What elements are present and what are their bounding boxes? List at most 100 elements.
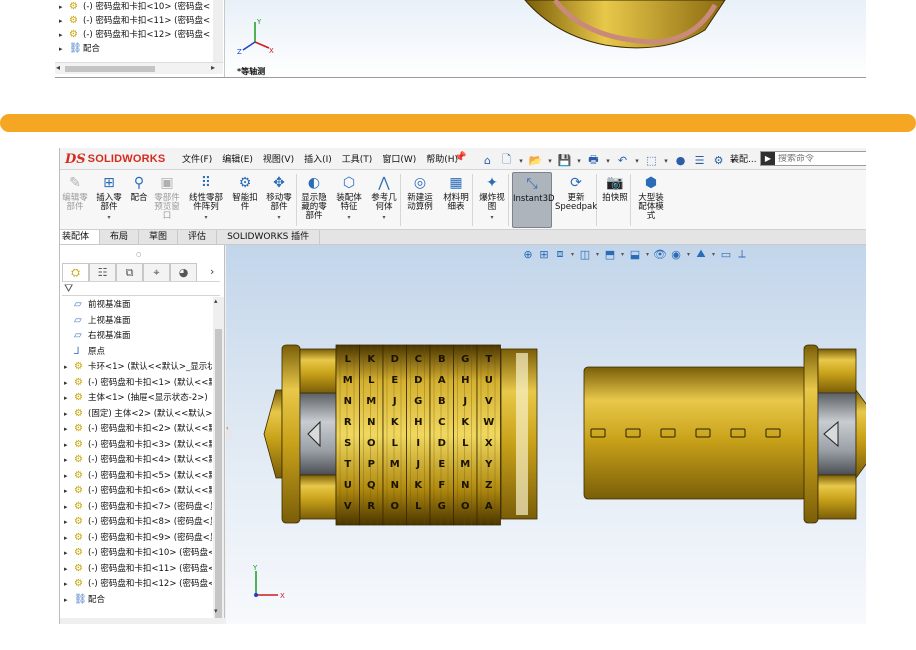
expand-arrow-icon[interactable]: ▸ bbox=[64, 360, 74, 375]
pin-icon[interactable]: 📌 bbox=[454, 152, 466, 163]
expand-arrow-icon[interactable]: ▸ bbox=[64, 438, 74, 453]
chevron-down-icon[interactable]: ▾ bbox=[547, 157, 553, 165]
show-hidden-button[interactable]: ◐ 显示隐 藏的零 部件 bbox=[298, 172, 330, 221]
top-tree-vertical-scrollbar[interactable] bbox=[213, 0, 223, 62]
chevron-down-icon[interactable]: ▾ bbox=[262, 213, 296, 222]
chevron-down-icon[interactable]: ▾ bbox=[576, 157, 582, 165]
expand-arrow-icon[interactable]: ▸ bbox=[64, 469, 74, 484]
tree-item[interactable]: ▱ 右视基准面 bbox=[60, 328, 212, 344]
exploded-view-button[interactable]: ✦ 爆炸视 图 ▾ bbox=[476, 172, 508, 222]
instant3d-button[interactable]: ⤡ Instant3D bbox=[512, 172, 555, 228]
tree-item[interactable]: ▸ ⚙ (固定) 主体<2> (默认<<默认>_ bbox=[60, 406, 212, 422]
update-speedpak-button[interactable]: ⟳ 更新 Speedpak bbox=[555, 172, 597, 212]
smart-fasteners-button[interactable]: ⚙ 智能扣 件 bbox=[230, 172, 260, 212]
top-graphics-area[interactable]: Y X Z bbox=[225, 0, 866, 78]
expand-arrow-icon[interactable]: ▸ bbox=[64, 453, 74, 468]
move-component-button[interactable]: ✥ 移动零 部件 ▾ bbox=[262, 172, 296, 222]
top-tree-horizontal-scrollbar[interactable]: ◂ ▸ bbox=[55, 62, 223, 74]
tree-item[interactable]: ▸ ⚙ (-) 密码盘和卡扣<11> (密码盘< bbox=[55, 14, 224, 28]
undo-icon[interactable]: ↶ bbox=[615, 154, 630, 167]
tree-item[interactable]: ▸ ⚙ (-) 密码盘和卡扣<11> (密码盘< bbox=[60, 561, 212, 577]
chevron-right-icon[interactable]: › bbox=[210, 265, 214, 278]
tree-item[interactable]: ▱ 前视基准面 bbox=[60, 297, 212, 313]
tree-item[interactable]: ▸ ⚙ (-) 密码盘和卡扣<4> (默认<<默 bbox=[60, 452, 212, 468]
tree-item[interactable]: ▸ ⚙ (-) 密码盘和卡扣<12> (密码盘< bbox=[55, 28, 224, 42]
tree-item[interactable]: ▸ ⚙ 卡环<1> (默认<<默认>_显示状 bbox=[60, 359, 212, 375]
tab-4[interactable]: SOLIDWORKS 插件 bbox=[217, 230, 321, 244]
expand-arrow-icon[interactable]: ▸ bbox=[64, 515, 74, 530]
expand-arrow-icon[interactable]: ▸ bbox=[64, 593, 74, 608]
linear-pattern-button[interactable]: ⠿ 线性零部 件阵列 ▾ bbox=[186, 172, 226, 222]
scrollbar-thumb[interactable] bbox=[215, 329, 222, 619]
options-icon[interactable]: ⚙ bbox=[711, 154, 726, 167]
menu-item[interactable]: 窗口(W) bbox=[382, 152, 416, 165]
insert-component-button[interactable]: ⊞ 插入零 部件 ▾ bbox=[93, 172, 125, 222]
assembly-features-button[interactable]: ⬡ 装配体 特征 ▾ bbox=[334, 172, 364, 222]
menu-item[interactable]: 插入(I) bbox=[304, 152, 332, 165]
snapshot-button[interactable]: 📷 拍快照 bbox=[600, 172, 630, 203]
chevron-down-icon[interactable]: ▾ bbox=[634, 157, 640, 165]
scroll-up-icon[interactable]: ▴ bbox=[214, 297, 218, 305]
tree-item[interactable]: ▸ ⚙ (-) 密码盘和卡扣<7> (密码盘<显 bbox=[60, 499, 212, 515]
expand-arrow-icon[interactable]: ▸ bbox=[64, 407, 74, 422]
chevron-down-icon[interactable]: ▾ bbox=[368, 213, 400, 222]
tab-2[interactable]: 草图 bbox=[139, 230, 179, 244]
chevron-down-icon[interactable]: ▾ bbox=[476, 213, 508, 222]
expand-arrow-icon[interactable]: ▸ bbox=[64, 500, 74, 515]
tree-item[interactable]: ▸ ⚙ (-) 密码盘和卡扣<10> (密码盘< bbox=[55, 0, 224, 14]
new-file-icon[interactable]: 🗋 bbox=[499, 151, 514, 170]
scrollbar-thumb[interactable] bbox=[65, 66, 155, 72]
expand-arrow-icon[interactable]: ▸ bbox=[59, 14, 69, 28]
chevron-down-icon[interactable]: ▾ bbox=[663, 157, 669, 165]
expand-arrow-icon[interactable]: ▸ bbox=[64, 391, 74, 406]
tab-3[interactable]: 评估 bbox=[178, 230, 218, 244]
chevron-down-icon[interactable]: ▾ bbox=[334, 213, 364, 222]
scroll-down-icon[interactable]: ▾ bbox=[214, 607, 218, 615]
menu-item[interactable]: 编辑(E) bbox=[222, 152, 253, 165]
edit-component-button[interactable]: ✎ 编辑零 部件 bbox=[60, 172, 90, 212]
tree-item[interactable]: ▸ ⚙ (-) 密码盘和卡扣<5> (默认<<默 bbox=[60, 468, 212, 484]
tree-item[interactable]: ▸ ⚙ (-) 密码盘和卡扣<1> (默认<<默 bbox=[60, 375, 212, 391]
expand-arrow-icon[interactable]: ▸ bbox=[64, 376, 74, 391]
tree-item[interactable]: ▸ ⚙ (-) 密码盘和卡扣<12> (密码盘< bbox=[60, 576, 212, 592]
feature-tree-horizontal-scrollbar[interactable] bbox=[60, 618, 225, 624]
search-icon[interactable]: ▶ bbox=[761, 152, 775, 165]
tree-item[interactable]: ▸ ⛓配合 bbox=[55, 42, 224, 56]
menu-item[interactable]: 视图(V) bbox=[263, 152, 294, 165]
mate-button[interactable]: ⚲ 配合 bbox=[128, 172, 150, 203]
search-input[interactable] bbox=[775, 153, 865, 164]
file-properties-icon[interactable]: ☰ bbox=[692, 154, 707, 167]
tree-item[interactable]: ▸ ⚙ 主体<1> (抽屉<显示状态-2>) bbox=[60, 390, 212, 406]
filter-icon[interactable]: ⛛ bbox=[62, 281, 220, 296]
tab-1[interactable]: 布局 bbox=[100, 230, 140, 244]
reference-geometry-button[interactable]: ⋀ 参考几 何体 ▾ bbox=[368, 172, 400, 222]
tree-item[interactable]: ▸ ⚙ (-) 密码盘和卡扣<6> (默认<<默 bbox=[60, 483, 212, 499]
search-box[interactable]: ▶ bbox=[760, 151, 866, 166]
graphics-area[interactable]: ‹ ⊕ ⊞ ⧈ ▾ ◫ ▾ ⬒ ▾ ⬓ ▾ 👁 ◉ ▾ ⛰ ▾ ▭ ⟂ LMNRSTUVKLMNOPQRDEJK… bbox=[226, 245, 866, 624]
menu-item[interactable]: 文件(F) bbox=[182, 152, 212, 165]
tree-item[interactable]: ▸ ⛓配合 bbox=[60, 592, 212, 608]
expand-arrow-icon[interactable]: ▸ bbox=[59, 28, 69, 42]
large-assembly-mode-button[interactable]: ⬢ 大型装 配体模 式 bbox=[634, 172, 668, 221]
home-icon[interactable]: ⌂ bbox=[480, 154, 495, 167]
expand-arrow-icon[interactable]: ▸ bbox=[64, 546, 74, 561]
save-icon[interactable]: 💾 bbox=[557, 154, 572, 167]
menu-item[interactable]: 工具(T) bbox=[342, 152, 373, 165]
property-manager-tab-icon[interactable]: ☷ bbox=[89, 263, 116, 281]
configuration-manager-tab-icon[interactable]: ⧉ bbox=[116, 263, 143, 281]
scroll-left-icon[interactable]: ◂ bbox=[56, 63, 60, 72]
expand-arrow-icon[interactable]: ▸ bbox=[64, 484, 74, 499]
expand-arrow-icon[interactable]: ▸ bbox=[59, 0, 69, 14]
chevron-down-icon[interactable]: ▾ bbox=[605, 157, 611, 165]
bill-of-materials-button[interactable]: ▦ 材料明 细表 bbox=[440, 172, 472, 212]
tree-item[interactable]: ▸ ⚙ (-) 密码盘和卡扣<9> (密码盘<显 bbox=[60, 530, 212, 546]
component-preview-button[interactable]: ▣ 零部件 预览窗 口 bbox=[152, 172, 182, 221]
traffic-light-icon[interactable]: ● bbox=[673, 154, 688, 167]
display-manager-tab-icon[interactable]: ◕ bbox=[170, 263, 197, 281]
tree-item[interactable]: ▱ 上视基准面 bbox=[60, 313, 212, 329]
tree-item[interactable]: ⅃ 原点 bbox=[60, 344, 212, 360]
expand-arrow-icon[interactable]: ▸ bbox=[64, 562, 74, 577]
feature-manager-tab-icon[interactable]: ⛭ bbox=[62, 263, 89, 281]
tree-item[interactable]: ▸ ⚙ (-) 密码盘和卡扣<2> (默认<<默 bbox=[60, 421, 212, 437]
tab-0[interactable]: 装配体 bbox=[60, 230, 101, 244]
